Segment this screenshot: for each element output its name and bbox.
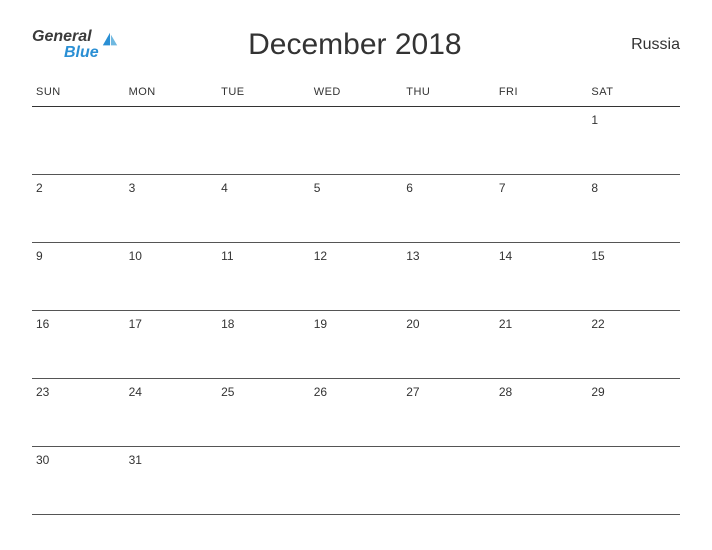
day-cell: 25 [217, 379, 310, 447]
day-cell: 21 [495, 311, 588, 379]
day-cell: 12 [310, 243, 403, 311]
day-cell: 10 [125, 243, 218, 311]
calendar-row: 1 [32, 107, 680, 175]
weekday-header: TUE [217, 80, 310, 107]
day-cell: 23 [32, 379, 125, 447]
calendar-grid: SUN MON TUE WED THU FRI SAT 1 2 3 4 5 6 … [32, 80, 680, 515]
day-cell: 29 [587, 379, 680, 447]
day-cell [310, 447, 403, 515]
calendar-row: 23 24 25 26 27 28 29 [32, 379, 680, 447]
day-cell: 24 [125, 379, 218, 447]
day-cell: 1 [587, 107, 680, 175]
day-cell: 11 [217, 243, 310, 311]
day-cell: 26 [310, 379, 403, 447]
weekday-header: SAT [587, 80, 680, 107]
weekday-header: THU [402, 80, 495, 107]
day-cell [587, 447, 680, 515]
day-cell: 20 [402, 311, 495, 379]
day-cell [125, 107, 218, 175]
calendar-title: December 2018 [79, 28, 631, 62]
day-cell: 27 [402, 379, 495, 447]
day-cell: 18 [217, 311, 310, 379]
country-label: Russia [631, 36, 680, 54]
day-cell: 22 [587, 311, 680, 379]
day-cell: 8 [587, 175, 680, 243]
day-cell [402, 447, 495, 515]
day-cell [217, 447, 310, 515]
day-cell: 7 [495, 175, 588, 243]
day-cell: 13 [402, 243, 495, 311]
day-cell [402, 107, 495, 175]
day-cell: 3 [125, 175, 218, 243]
day-cell: 19 [310, 311, 403, 379]
day-cell: 15 [587, 243, 680, 311]
day-cell: 6 [402, 175, 495, 243]
day-cell: 17 [125, 311, 218, 379]
calendar-row: 2 3 4 5 6 7 8 [32, 175, 680, 243]
day-cell: 31 [125, 447, 218, 515]
day-cell: 14 [495, 243, 588, 311]
calendar-row: 16 17 18 19 20 21 22 [32, 311, 680, 379]
day-cell [217, 107, 310, 175]
calendar-header: General Blue December 2018 Russia [32, 28, 680, 62]
day-cell: 5 [310, 175, 403, 243]
day-cell: 30 [32, 447, 125, 515]
day-cell: 16 [32, 311, 125, 379]
day-cell [495, 447, 588, 515]
day-cell [32, 107, 125, 175]
day-cell: 2 [32, 175, 125, 243]
calendar-row: 30 31 [32, 447, 680, 515]
day-cell: 28 [495, 379, 588, 447]
day-cell: 9 [32, 243, 125, 311]
day-cell [495, 107, 588, 175]
weekday-header: MON [125, 80, 218, 107]
calendar-row: 9 10 11 12 13 14 15 [32, 243, 680, 311]
day-cell [310, 107, 403, 175]
weekday-header-row: SUN MON TUE WED THU FRI SAT [32, 80, 680, 107]
weekday-header: WED [310, 80, 403, 107]
day-cell: 4 [217, 175, 310, 243]
weekday-header: FRI [495, 80, 588, 107]
weekday-header: SUN [32, 80, 125, 107]
